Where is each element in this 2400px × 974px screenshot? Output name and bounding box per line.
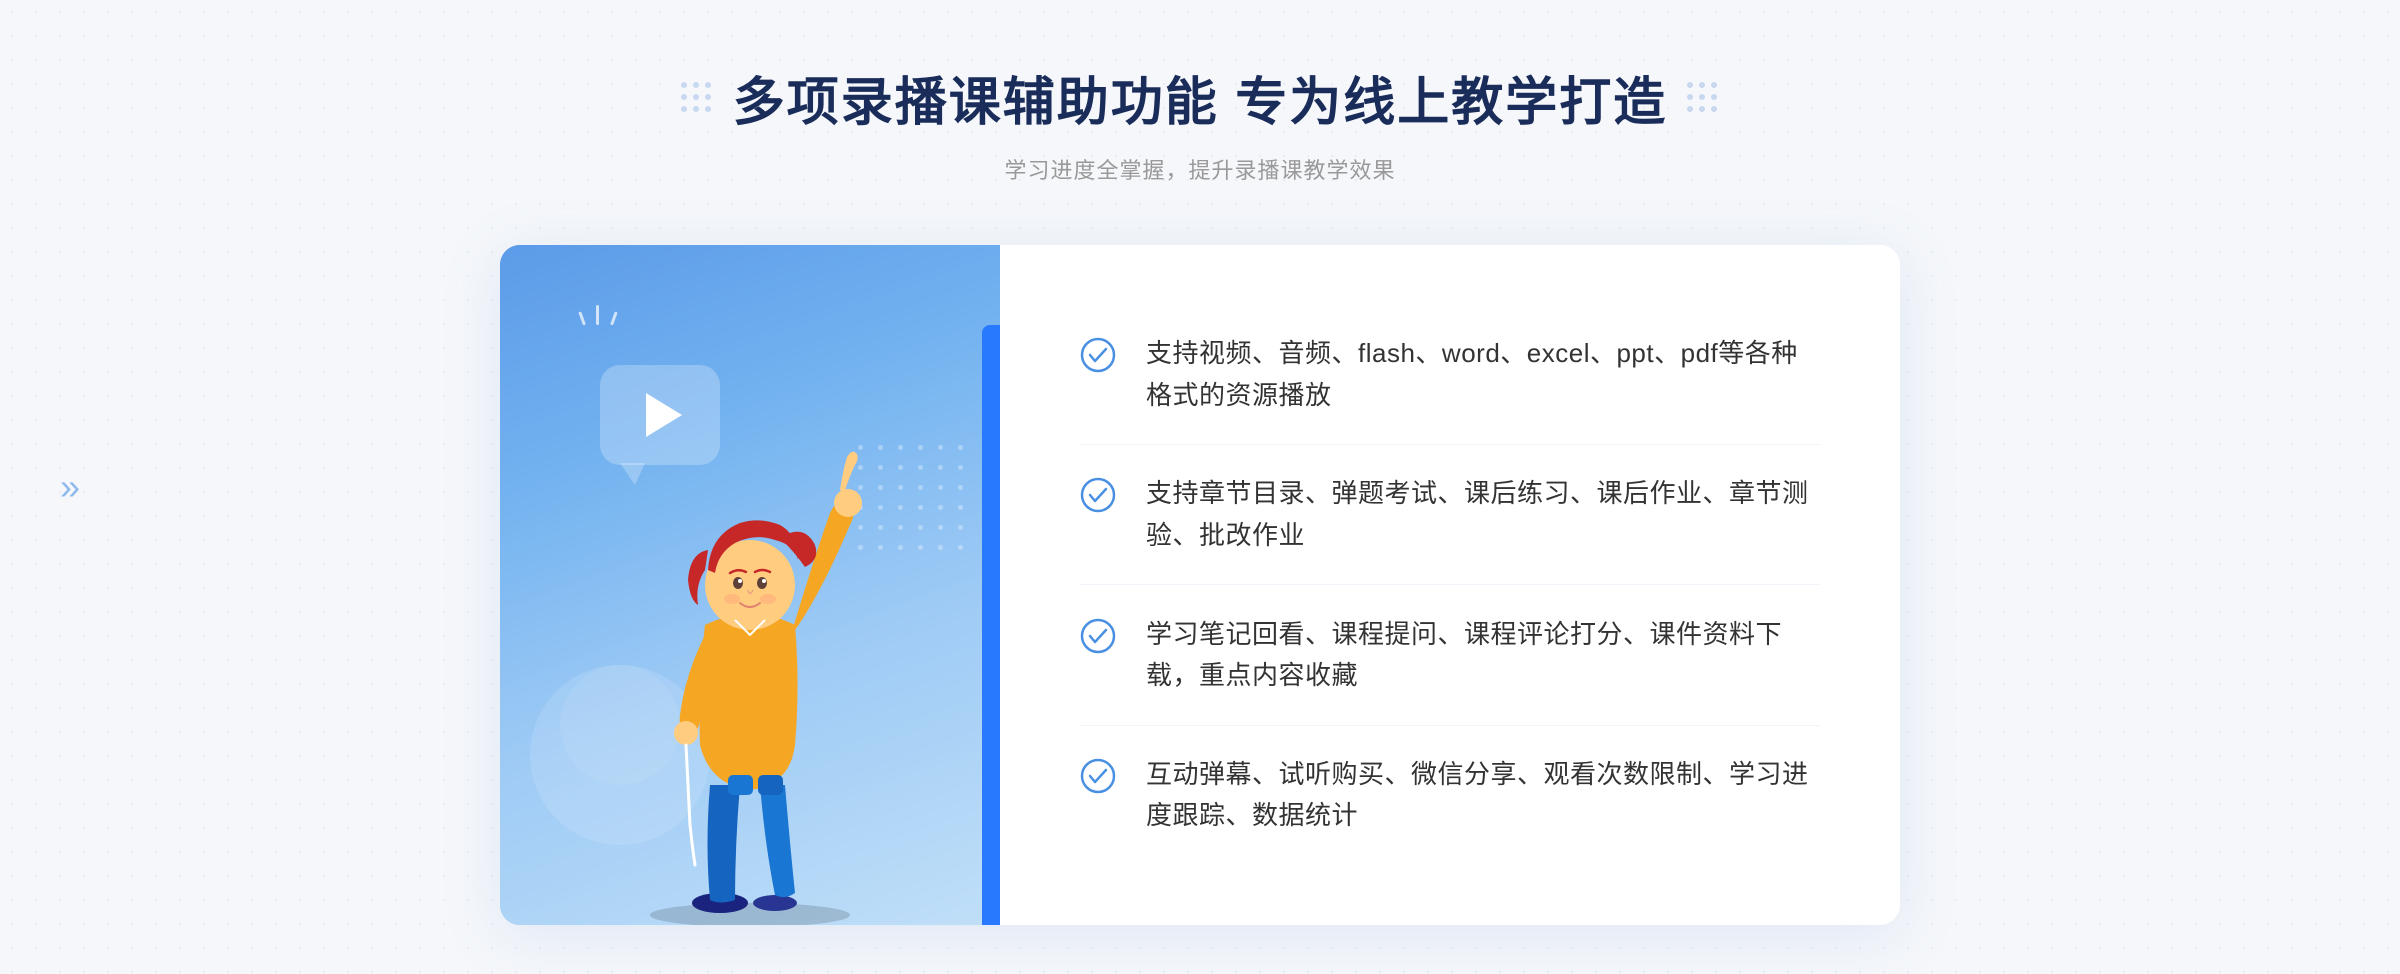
main-title: 多项录播课辅助功能 专为线上教学打造: [733, 60, 1667, 135]
feature-text-4: 互动弹幕、试听购买、微信分享、观看次数限制、学习进度跟踪、数据统计: [1146, 754, 1820, 837]
person-illustration: [580, 405, 920, 925]
check-icon-1: [1080, 337, 1116, 373]
left-chevrons-icon: »: [60, 466, 80, 508]
light-rays-icon: [580, 305, 616, 330]
right-decorative-dots: [1687, 82, 1719, 114]
check-icon-4: [1080, 758, 1116, 794]
dot-group-right: [1687, 82, 1719, 114]
feature-item-2: 支持章节目录、弹题考试、课后练习、课后作业、章节测验、批改作业: [1080, 445, 1820, 585]
accent-bar: [982, 325, 1000, 925]
illustration-panel: [500, 245, 1000, 925]
check-icon-3: [1080, 618, 1116, 654]
feature-text-2: 支持章节目录、弹题考试、课后练习、课后作业、章节测验、批改作业: [1146, 473, 1820, 556]
title-row: 多项录播课辅助功能 专为线上教学打造: [681, 60, 1719, 135]
feature-item-1: 支持视频、音频、flash、word、excel、ppt、pdf等各种格式的资源…: [1080, 305, 1820, 445]
left-decorative-dots: [681, 82, 713, 114]
subtitle: 学习进度全掌握，提升录播课教学效果: [1004, 153, 1395, 185]
feature-text-3: 学习笔记回看、课程提问、课程评论打分、课件资料下载，重点内容收藏: [1146, 614, 1820, 697]
header-section: 多项录播课辅助功能 专为线上教学打造 学习进度全掌握，提升录播课教学效果: [681, 60, 1719, 185]
feature-item-3: 学习笔记回看、课程提问、课程评论打分、课件资料下载，重点内容收藏: [1080, 586, 1820, 726]
dot-group-left: [681, 82, 713, 114]
content-area: 支持视频、音频、flash、word、excel、ppt、pdf等各种格式的资源…: [500, 245, 1900, 925]
feature-text-1: 支持视频、音频、flash、word、excel、ppt、pdf等各种格式的资源…: [1146, 333, 1820, 416]
page-container: » 多项录播课辅助功能 专为线上教学打造 学习进度全掌握，提升录播课教学效果: [0, 0, 2400, 974]
feature-item-4: 互动弹幕、试听购买、微信分享、观看次数限制、学习进度跟踪、数据统计: [1080, 726, 1820, 865]
features-panel: 支持视频、音频、flash、word、excel、ppt、pdf等各种格式的资源…: [1000, 245, 1900, 925]
check-icon-2: [1080, 477, 1116, 513]
